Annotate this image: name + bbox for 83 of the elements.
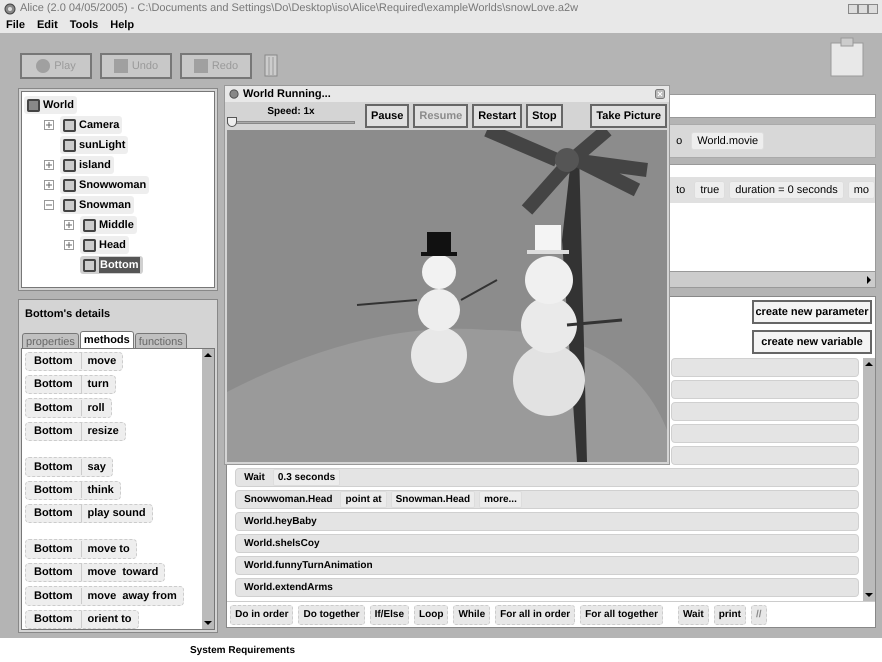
control-block-button[interactable]: print (714, 604, 746, 624)
statement-text: World.shelsCoy (243, 537, 321, 551)
method-tile[interactable]: Bottom think (25, 480, 121, 500)
editor-button[interactable]: create new variable (752, 330, 872, 354)
statement-block[interactable]: Wait 0.3 seconds (235, 468, 859, 487)
tree-item[interactable]: Head (80, 236, 129, 254)
statement-block[interactable]: World.extendArms (235, 578, 859, 597)
parameter-chip[interactable]: to (671, 181, 690, 199)
parameter-chip[interactable]: World.movie (691, 132, 764, 150)
window-controls-icon[interactable] (848, 4, 878, 14)
expand-icon[interactable] (44, 180, 54, 190)
collapse-icon[interactable] (44, 200, 54, 210)
scrollbar[interactable] (202, 348, 214, 629)
statement-text: World.extendArms (243, 581, 334, 595)
parameter-chip[interactable]: o (671, 132, 688, 150)
parameter-chip[interactable]: duration = 0 seconds (729, 181, 844, 199)
expand-icon[interactable] (64, 220, 74, 230)
scrollbar[interactable] (863, 358, 875, 601)
control-block-button[interactable]: Loop (414, 604, 448, 624)
control-block-button[interactable]: Wait (678, 604, 709, 624)
menu-item[interactable]: File (4, 16, 27, 34)
tree-item[interactable]: sunLight (60, 136, 128, 154)
tree-item[interactable]: Middle (80, 216, 137, 234)
control-block-button[interactable]: For all together (580, 604, 663, 624)
statement-block[interactable]: World.shelsCoy (235, 534, 859, 553)
status-text: System Requirements (190, 644, 296, 658)
expand-icon[interactable] (44, 120, 54, 130)
method-tile[interactable]: Bottom move (25, 352, 124, 371)
method-tile[interactable]: Bottom play sound (25, 504, 153, 524)
control-block-button[interactable]: For all in order (495, 604, 576, 624)
control-button[interactable]: Pause (365, 104, 410, 128)
control-block-button[interactable]: Do together (298, 604, 365, 624)
method-tile[interactable]: Bottom orient to (25, 610, 138, 629)
control-button[interactable]: Stop (526, 104, 563, 128)
menu-item[interactable]: Tools (68, 16, 100, 34)
statement-text: Wait (243, 471, 266, 485)
method-tile[interactable]: Bottom resize (25, 422, 126, 442)
control-block-button[interactable]: Do in order (230, 604, 294, 624)
statement-block[interactable]: World.funnyTurnAnimation (235, 556, 859, 575)
statement-block[interactable]: World.heyBaby (235, 512, 859, 531)
window-title: World Running... (243, 86, 331, 102)
method-tile[interactable]: Bottom move to (25, 539, 137, 559)
tree-item[interactable]: Bottom (80, 256, 142, 274)
tree-item[interactable]: Snowman (60, 196, 134, 214)
expand-icon[interactable] (64, 240, 74, 250)
editor-button[interactable]: create new parameter (752, 300, 872, 324)
speed-slider[interactable] (227, 116, 355, 126)
method-tile[interactable]: Bottom move away from (25, 586, 184, 606)
statement-text: 0.3 seconds (272, 469, 340, 486)
control-block-button[interactable]: If/Else (370, 604, 410, 624)
slider-thumb[interactable] (227, 116, 237, 126)
tree-item[interactable]: Snowwoman (60, 176, 150, 194)
app-icon (229, 89, 239, 99)
app-icon (4, 2, 16, 14)
statement-text: World.heyBaby (243, 515, 318, 529)
control-block-button[interactable]: While (453, 604, 490, 624)
menu-item[interactable]: Edit (34, 16, 60, 34)
tree-item[interactable]: World (24, 96, 77, 114)
statement-text: Snowwoman.Head (243, 493, 334, 507)
window-title: Alice (2.0 04/05/2005) - C:\Documents and Settings\Do\Desktop\iso\Alice\Required\exampleWorlds\snowLove.a2w (20, 1, 578, 16)
statement-text: point at (340, 491, 387, 508)
tree-item[interactable]: island (60, 156, 114, 174)
method-tile[interactable]: Bottom move toward (25, 562, 166, 582)
statement-block[interactable]: Snowwoman.Head point at Snowman.Head more... (235, 490, 859, 509)
close-icon[interactable] (655, 89, 665, 99)
statement-text: World.funnyTurnAnimation (243, 559, 374, 573)
tree-item[interactable]: Camera (60, 116, 122, 134)
menu-item[interactable]: Help (108, 16, 136, 34)
method-tile[interactable]: Bottom turn (25, 374, 116, 394)
control-button[interactable]: Take Picture (590, 104, 667, 128)
statement-text: more... (479, 491, 522, 508)
expand-icon[interactable] (44, 160, 54, 170)
parameter-chip[interactable]: true (694, 181, 726, 199)
clipboard-icon[interactable] (830, 37, 864, 77)
horizontal-scrollbar[interactable] (669, 271, 875, 287)
control-button[interactable]: Restart (472, 104, 522, 128)
parameter-chip[interactable]: mo (848, 181, 875, 199)
statement-text: Snowman.Head (390, 491, 476, 508)
tab[interactable]: methods (80, 330, 134, 348)
method-tile[interactable]: Bottom say (25, 457, 113, 477)
method-tile[interactable]: Bottom roll (25, 398, 112, 418)
speed-label: Speed: 1x (267, 106, 315, 116)
details-title: Bottom's details (24, 307, 112, 322)
